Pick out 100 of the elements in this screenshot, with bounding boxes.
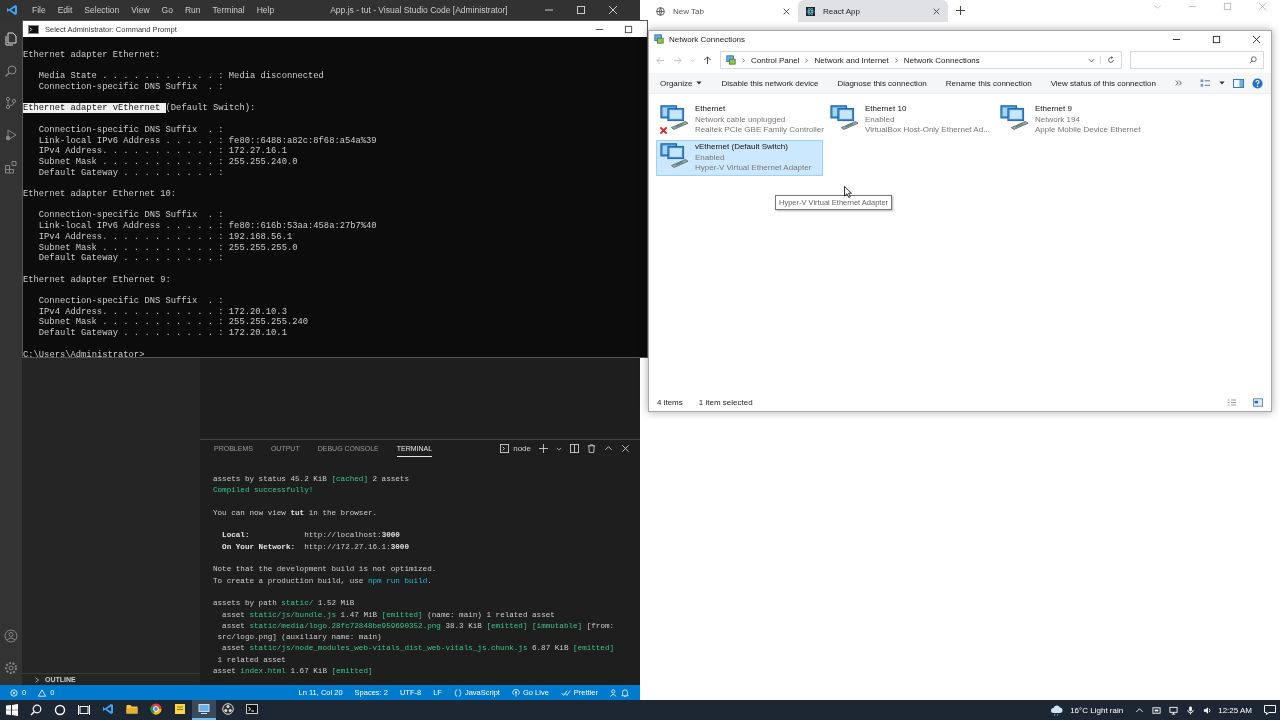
command-button[interactable]: Rename this connection (945, 78, 1032, 88)
bell-icon[interactable] (621, 688, 629, 697)
console-line: Default Gateway . . . . . . . . . : (37, 167, 225, 179)
close-icon[interactable] (783, 7, 790, 15)
connection-status: Network cable unplugged (695, 114, 787, 125)
command-prompt[interactable]: C:\Users\Administrator> (23, 349, 647, 361)
windows-start-icon[interactable] (6, 704, 18, 716)
command-button[interactable]: Diagnose this connection (837, 78, 927, 88)
caret-icon[interactable] (1219, 80, 1225, 86)
menu-item[interactable]: Edit (51, 5, 79, 15)
network-connection[interactable]: vEthernet (Default Switch) Enabled Hyper-V Virtual Ethernet Adapter (656, 140, 823, 176)
menu-item[interactable]: Help (250, 5, 281, 15)
command-button[interactable]: View status of this connection (1050, 78, 1156, 88)
console-line: Subnet Mask . . . . . . . . . . . : 255.255.255.240 (37, 317, 310, 328)
feedback-icon[interactable] (610, 688, 618, 697)
menu-item[interactable]: Run (178, 5, 207, 15)
console-heading: Ethernet adapter Ethernet: (23, 50, 161, 60)
atom-icon (806, 6, 815, 16)
console-heading: Ethernet adapter Ethernet 9: (23, 274, 171, 285)
organize-menu[interactable]: Organize (660, 78, 703, 88)
console-line: Media State . . . . . . . . . . . : Media disconnected (37, 71, 325, 82)
device-icon[interactable] (1152, 705, 1162, 715)
circle-icon[interactable] (54, 704, 66, 716)
caret-icon[interactable] (556, 445, 562, 452)
adapter-name: Apple Mobile Device Ethernet (1035, 125, 1141, 136)
network-connection[interactable]: Ethernet Network cable unplugged Realtek PCIe GBE Family Controller (656, 102, 823, 138)
menu-item[interactable]: File (26, 5, 52, 15)
command-button[interactable]: Disable this network device (721, 78, 819, 88)
maximize-icon[interactable] (1212, 34, 1221, 44)
console-line: IPv4 Address. . . . . . . . . . . : 172.27.16.1 (37, 146, 288, 157)
trash-icon[interactable] (587, 444, 596, 453)
microphone-icon[interactable] (1186, 705, 1196, 715)
console-icon (246, 703, 258, 715)
search-field[interactable] (1130, 51, 1264, 69)
console-line: Subnet Mask . . . . . . . . . . . : 255.255.255.0 (37, 242, 299, 253)
settings-icon[interactable] (4, 661, 18, 675)
menu-item[interactable]: Go (155, 5, 179, 15)
browser-tab[interactable]: React App (798, 0, 948, 22)
help-icon[interactable] (1252, 77, 1263, 89)
close-icon[interactable] (1252, 34, 1261, 44)
breadcrumb[interactable]: Network Connections (903, 55, 980, 65)
maximize-icon[interactable] (624, 24, 633, 34)
selection-count: 1 item selected (698, 397, 753, 407)
branch-icon[interactable] (4, 96, 18, 110)
more-icon[interactable] (1174, 79, 1183, 87)
notification-icon[interactable] (1264, 705, 1276, 715)
close-icon[interactable] (933, 7, 940, 15)
network-connection[interactable]: Ethernet 9 Network 194 Apple Mobile Device Ethernet (996, 102, 1163, 138)
console-icon (28, 24, 39, 34)
chevron-icon (804, 57, 810, 63)
files-icon[interactable] (4, 32, 18, 46)
network-window-icon (198, 703, 210, 715)
menu-item[interactable]: Terminal (206, 5, 251, 15)
menu-item[interactable]: View (125, 5, 156, 15)
address-bar[interactable]: Control Panel Network and Internet Network Connections (720, 51, 1122, 69)
error-icon[interactable] (10, 688, 18, 697)
terminal-icon (500, 444, 510, 453)
breadcrumb[interactable]: Network and Internet (814, 55, 889, 65)
up-arrow-icon[interactable] (703, 55, 712, 65)
network-connection[interactable]: Ethernet 10 Enabled VirtualBox Host-Only Ethernet Ad... (826, 102, 993, 138)
account-icon[interactable] (4, 629, 18, 643)
cloud-rain-icon[interactable] (1050, 704, 1065, 716)
console-line: Connection-specific DNS Suffix . : (37, 82, 225, 93)
speaker-icon[interactable] (1203, 705, 1213, 715)
taskbar-app[interactable] (192, 700, 216, 720)
new-tab-icon[interactable] (956, 6, 965, 15)
code-logo-icon (102, 703, 114, 715)
extensions-icon[interactable] (4, 160, 18, 174)
window-title: Network Connections (669, 34, 746, 44)
details-view-icon[interactable] (1227, 397, 1237, 407)
view-options-icon[interactable] (1200, 78, 1211, 88)
chevron-up-icon[interactable] (1135, 705, 1145, 715)
task-view-icon[interactable] (78, 704, 90, 716)
weather-text[interactable]: 16°C Light rain (1070, 705, 1124, 715)
console-heading: (Default Switch): (165, 103, 256, 114)
add-icon[interactable] (539, 444, 548, 453)
search-icon[interactable] (30, 704, 42, 716)
run-debug-icon[interactable] (4, 128, 18, 142)
tiles-view-icon[interactable] (1253, 397, 1263, 407)
chevron-icon (893, 57, 899, 63)
connection-status: Enabled (695, 152, 726, 163)
split-icon[interactable] (570, 444, 579, 453)
clock[interactable]: 12:25 AM (1218, 705, 1252, 715)
chevron-up-icon[interactable] (604, 444, 613, 453)
cursor-icon (844, 186, 852, 198)
console-line: Link-local IPv6 Address . . . . . : fe80::6488:a82c:8f68:a54a%39 (37, 135, 378, 146)
monitor-icon[interactable] (1169, 705, 1179, 715)
console-line: IPv4 Address. . . . . . . . . . . : 172.20.10.3 (37, 306, 288, 317)
connection-name: Ethernet 9 (1035, 104, 1073, 115)
adapter-name: VirtualBox Host-Only Ethernet Ad... (865, 125, 990, 136)
connection-name: Ethernet 10 (865, 104, 908, 115)
warning-icon[interactable] (38, 688, 47, 697)
computer-network-icon (659, 104, 689, 132)
caret-icon (696, 80, 703, 86)
menu-item[interactable]: Selection (78, 5, 126, 15)
preview-pane-icon[interactable] (1233, 78, 1244, 88)
computer-network-icon (659, 142, 689, 170)
chevron-icon (741, 57, 746, 63)
breadcrumb[interactable]: Control Panel (751, 55, 800, 65)
terminal-selector[interactable]: node (513, 444, 531, 453)
